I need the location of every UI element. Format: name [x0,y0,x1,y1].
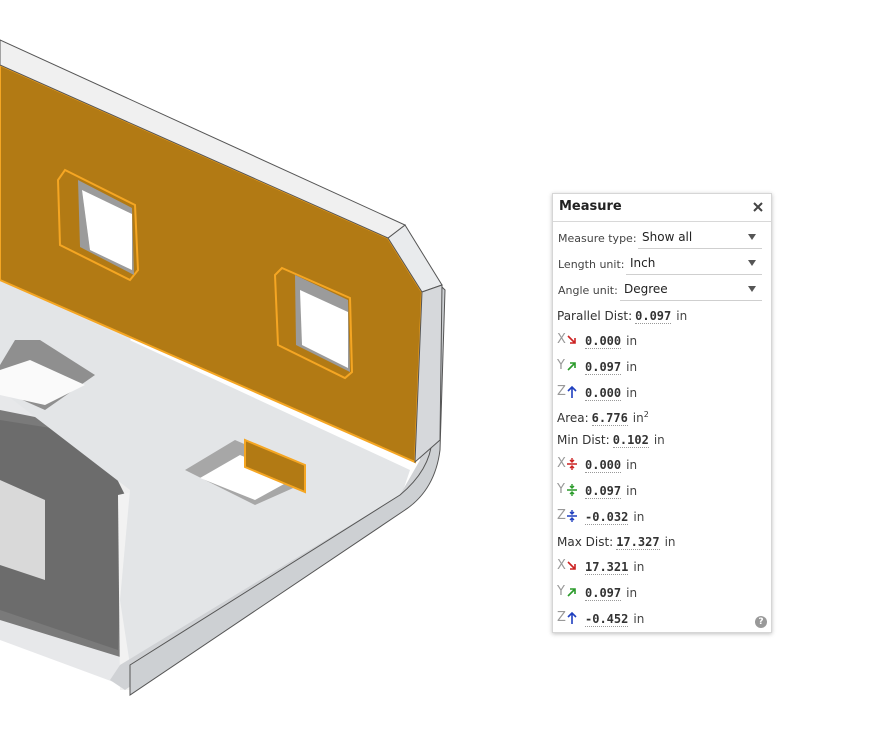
unit-label: in [633,612,645,626]
parallel-x-row: X 0.000 in [557,332,638,351]
max-z-value[interactable]: -0.452 [585,612,629,627]
area-value[interactable]: 6.776 [591,411,628,426]
chevron-down-icon [748,260,756,266]
min-z-value[interactable]: -0.032 [585,510,629,525]
parallel-dist-row: Parallel Dist: 0.097 in [557,309,687,327]
unit-label: in [626,334,638,348]
length-unit-select[interactable]: Inch [626,252,762,275]
parallel-z-row: Z 0.000 in [557,384,638,403]
length-unit-value: Inch [630,256,656,270]
max-x-value[interactable]: 17.321 [585,560,629,575]
max-z-row: Z -0.452 in [557,610,645,629]
axis-z-converge-icon: Z [557,508,585,523]
area-label: Area: [557,411,589,425]
parallel-dist-value[interactable]: 0.097 [635,309,672,324]
parallel-dist-label: Parallel Dist: [557,309,633,323]
unit-label: in [632,411,644,425]
close-icon[interactable] [751,200,765,214]
axis-y-converge-icon: Y [557,482,585,497]
min-x-value[interactable]: 0.000 [585,458,622,473]
axis-z-up-icon: Z [557,610,585,625]
max-dist-row: Max Dist: 17.327 in [557,535,676,553]
max-dist-value[interactable]: 17.327 [616,535,660,550]
chevron-down-icon [748,286,756,292]
measure-type-select[interactable]: Show all [638,226,762,249]
help-icon[interactable]: ? [755,616,767,628]
angle-unit-label: Angle unit: [558,284,618,297]
measure-type-label: Measure type: [558,232,637,245]
min-x-row: X 0.000 in [557,456,638,475]
unit-label: in [626,360,638,374]
min-dist-value[interactable]: 0.102 [612,433,649,448]
axis-x-converge-icon: X [557,456,585,471]
parallel-y-row: Y 0.097 in [557,358,638,377]
unit-exponent: 2 [643,410,649,419]
max-y-value[interactable]: 0.097 [585,586,622,601]
unit-label: in [633,510,645,524]
unit-label: in [676,309,688,323]
unit-label: in [626,458,638,472]
axis-y-diagonal-icon: Y [557,358,585,373]
parallel-y-value[interactable]: 0.097 [585,360,622,375]
chevron-down-icon [748,234,756,240]
unit-label: in [633,560,645,574]
unit-label: in [626,484,638,498]
unit-label: in [664,535,676,549]
min-dist-label: Min Dist: [557,433,610,447]
min-dist-row: Min Dist: 0.102 in [557,433,665,451]
unit-label: in [653,433,665,447]
unit-label: in [626,386,638,400]
max-y-row: Y 0.097 in [557,584,638,603]
axis-y-diagonal-icon: Y [557,584,585,599]
measure-panel: Measure Measure type: Show all Length un… [552,193,772,633]
parallel-z-value[interactable]: 0.000 [585,386,622,401]
angle-unit-select[interactable]: Degree [620,278,762,301]
axis-x-diagonal-icon: X [557,558,585,573]
length-unit-row: Length unit: Inch [558,252,762,275]
axis-z-up-icon: Z [557,384,585,399]
area-row: Area: 6.776 in2 [557,410,649,428]
max-dist-label: Max Dist: [557,535,614,549]
parallel-x-value[interactable]: 0.000 [585,334,622,349]
max-x-row: X 17.321 in [557,558,645,577]
min-y-row: Y 0.097 in [557,482,638,501]
angle-unit-row: Angle unit: Degree [558,278,762,301]
measure-type-value: Show all [642,230,693,244]
measure-type-row: Measure type: Show all [558,226,762,249]
angle-unit-value: Degree [624,282,668,296]
min-y-value[interactable]: 0.097 [585,484,622,499]
min-z-row: Z -0.032 in [557,508,645,527]
panel-title: Measure [559,199,622,214]
panel-divider [553,221,771,222]
axis-x-diagonal-icon: X [557,332,585,347]
length-unit-label: Length unit: [558,258,625,271]
unit-label: in [626,586,638,600]
